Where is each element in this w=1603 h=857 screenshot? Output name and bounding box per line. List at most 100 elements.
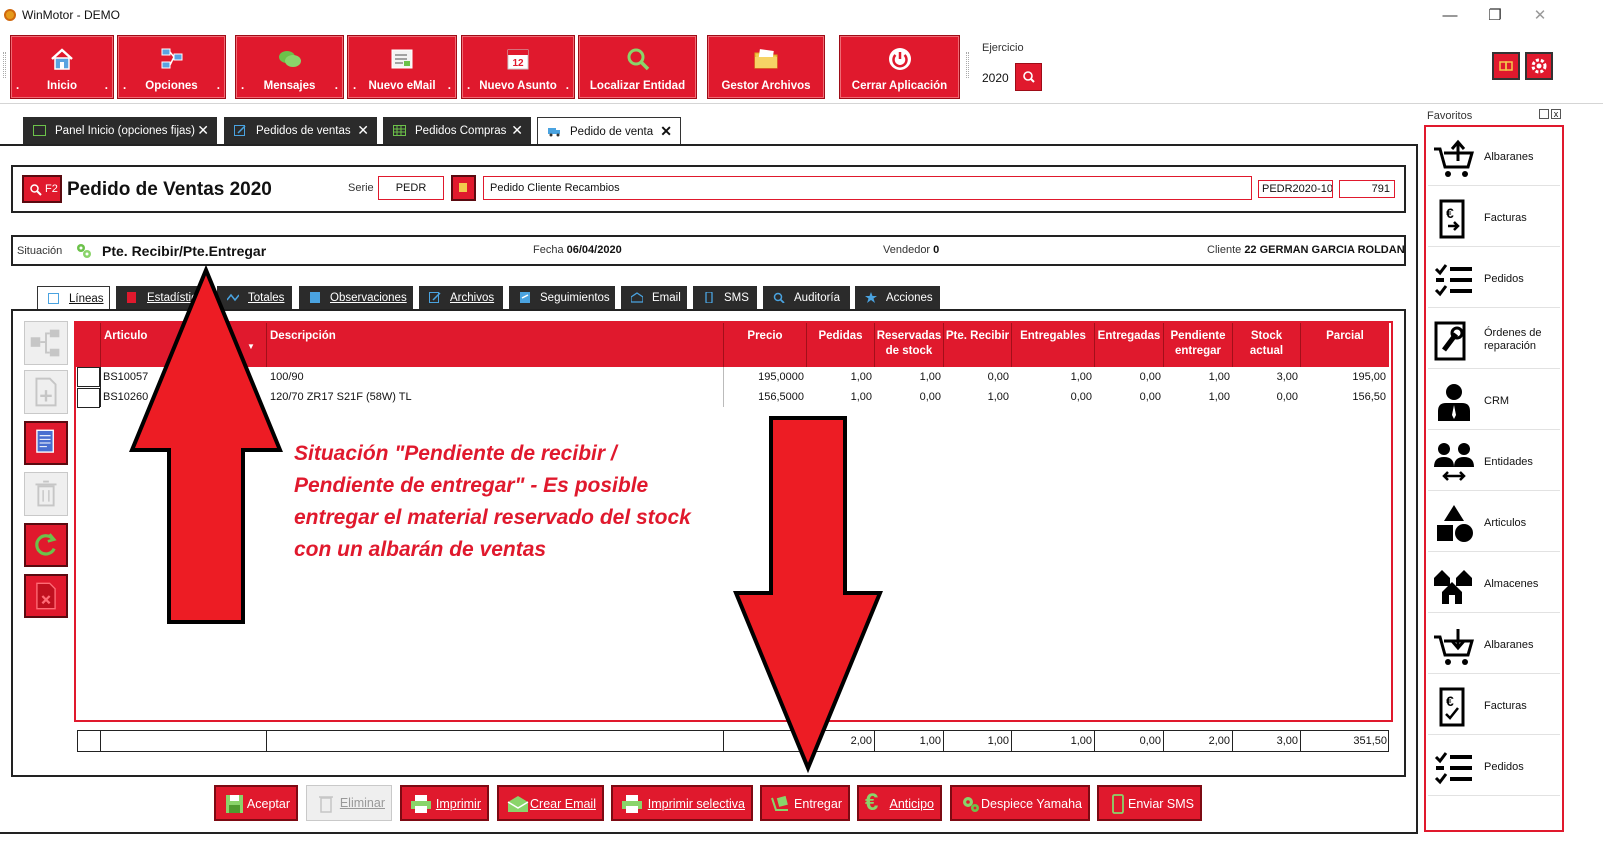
row-checkbox[interactable] (77, 388, 100, 408)
tab-auditoria[interactable]: Auditoría (763, 286, 850, 310)
fav-item-almacenes[interactable]: Almacenes (1428, 555, 1560, 613)
tab-pedidos-de-ventas[interactable]: Pedidos de ventas ✕ (224, 117, 377, 144)
col-pedidas-header[interactable]: Pedidas (807, 323, 875, 367)
refresh-button[interactable] (24, 523, 68, 567)
cell-parcial[interactable]: 156,50 (1301, 387, 1389, 407)
nuevo-asunto-button[interactable]: 12 . Nuevo Asunto . (461, 35, 575, 99)
tab-panel-inicio[interactable]: Panel Inicio (opciones fijas) ✕ (23, 117, 217, 144)
crear-email-button[interactable]: Crear Email (497, 785, 604, 821)
cell-precio[interactable]: 195,0000 (724, 367, 807, 387)
inicio-button[interactable]: . Inicio . (10, 35, 114, 99)
row-checkbox[interactable] (77, 367, 100, 387)
cell-parcial[interactable]: 195,00 (1301, 367, 1389, 387)
document-code-field[interactable]: PEDR2020-10 (1258, 180, 1333, 198)
cell-pendiente[interactable]: 1,00 (1164, 367, 1233, 387)
imprimir-selectiva-button[interactable]: Imprimir selectiva (611, 785, 753, 821)
serie-lookup-button[interactable] (451, 175, 476, 201)
entregar-button[interactable]: Entregar (760, 785, 850, 821)
ejercicio-search-button[interactable] (1015, 63, 1042, 91)
tab-close-icon[interactable]: ✕ (357, 122, 369, 139)
minimize-button[interactable]: — (1435, 4, 1465, 28)
aceptar-button[interactable]: Aceptar (214, 785, 298, 821)
gestor-archivos-button[interactable]: Gestor Archivos (707, 35, 825, 99)
ejercicio-value[interactable]: 2020 (982, 71, 1009, 85)
fav-item-entidades[interactable]: Entidades (1428, 433, 1560, 491)
cell-reservadas[interactable]: 0,00 (875, 387, 944, 407)
col-entregadas-header[interactable]: Entregadas (1095, 323, 1164, 367)
f2-search-button[interactable]: F2 (22, 175, 62, 203)
tab-archivos[interactable]: Archivos (419, 286, 503, 310)
cell-descripcion[interactable]: 120/70 ZR17 S21F (58W) TL (270, 387, 720, 407)
float-panel-icon[interactable] (1539, 109, 1549, 119)
tab-observaciones[interactable]: Observaciones (299, 286, 413, 310)
cell-entregables[interactable]: 0,00 (1012, 387, 1095, 407)
imprimir-button[interactable]: Imprimir (400, 785, 489, 821)
cell-entregadas[interactable]: 0,00 (1095, 367, 1164, 387)
cell-pedidas[interactable]: 1,00 (807, 367, 875, 387)
col-reservadas-header[interactable]: Reservadas de stock (875, 323, 944, 367)
fav-item-ordenes-reparacion[interactable]: Órdenes de reparación (1428, 311, 1560, 369)
cell-pte-recibir[interactable]: 1,00 (944, 387, 1012, 407)
cell-stock[interactable]: 3,00 (1233, 367, 1301, 387)
document-number-field[interactable]: 791 (1339, 180, 1395, 198)
toolbar-grip[interactable] (966, 52, 969, 78)
cerrar-aplicacion-button[interactable]: Cerrar Aplicación (839, 35, 960, 99)
col-pte-recibir-header[interactable]: Pte. Recibir (944, 323, 1012, 367)
nuevo-email-button[interactable]: . Nuevo eMail . (347, 35, 457, 99)
tab-lineas[interactable]: Líneas (37, 286, 110, 310)
cell-descripcion[interactable]: 100/90 (270, 367, 720, 387)
tab-close-icon[interactable]: ✕ (197, 122, 209, 139)
delete-line-button[interactable] (24, 472, 68, 516)
export-button[interactable] (24, 574, 68, 618)
toolbar-grip[interactable] (3, 52, 6, 78)
col-parcial-header[interactable]: Parcial (1301, 323, 1389, 367)
fav-item-pedidos-2[interactable]: Pedidos (1428, 738, 1560, 796)
cell-articulo[interactable]: BS10057 (103, 367, 263, 387)
cell-precio[interactable]: 156,5000 (724, 387, 807, 407)
enviar-sms-button[interactable]: Enviar SMS (1097, 785, 1202, 821)
description-field[interactable]: Pedido Cliente Recambios (483, 176, 1252, 200)
col-entregables-header[interactable]: Entregables (1012, 323, 1095, 367)
close-window-button[interactable]: ✕ (1525, 4, 1555, 28)
anticipo-button[interactable]: € Anticipo (857, 785, 942, 821)
layout-button[interactable] (1492, 52, 1520, 80)
hierarchy-button[interactable] (24, 321, 68, 365)
fav-item-articulos[interactable]: Articulos (1428, 494, 1560, 552)
cell-pedidas[interactable]: 1,00 (807, 387, 875, 407)
add-line-button[interactable] (24, 370, 68, 414)
despiece-yamaha-button[interactable]: Despiece Yamaha (950, 785, 1090, 821)
settings-button[interactable] (1525, 52, 1553, 80)
fav-item-facturas[interactable]: € Facturas (1428, 189, 1560, 247)
fav-item-albaranes[interactable]: Albaranes (1428, 128, 1560, 186)
sort-down-icon[interactable]: ▼ (247, 339, 255, 354)
serie-field[interactable]: PEDR (378, 176, 444, 200)
tab-close-icon[interactable]: ✕ (660, 123, 672, 140)
tab-acciones[interactable]: Acciones (855, 286, 940, 310)
col-stock-header[interactable]: Stock actual (1233, 323, 1301, 367)
fav-item-albaranes-2[interactable]: Albaranes (1428, 616, 1560, 674)
maximize-button[interactable]: ❐ (1480, 4, 1510, 28)
tab-sms[interactable]: SMS (693, 286, 757, 310)
cell-reservadas[interactable]: 1,00 (875, 367, 944, 387)
col-descripcion-header[interactable]: Descripción (267, 323, 724, 367)
fav-item-facturas-2[interactable]: € Facturas (1428, 677, 1560, 735)
tab-seguimientos[interactable]: Seguimientos (509, 286, 615, 310)
tab-totales[interactable]: Totales (217, 286, 292, 310)
cell-pte-recibir[interactable]: 0,00 (944, 367, 1012, 387)
close-panel-icon[interactable]: x (1551, 109, 1561, 119)
fav-item-crm[interactable]: CRM (1428, 372, 1560, 430)
tab-pedidos-compras[interactable]: Pedidos Compras ✕ (383, 117, 531, 144)
cell-articulo[interactable]: BS10260 (103, 387, 263, 407)
col-articulo-header[interactable]: Articulo ▼ (101, 323, 267, 367)
cell-stock[interactable]: 0,00 (1233, 387, 1301, 407)
cell-entregables[interactable]: 1,00 (1012, 367, 1095, 387)
opciones-button[interactable]: . Opciones . (117, 35, 226, 99)
tab-close-icon[interactable]: ✕ (511, 122, 523, 139)
fav-item-pedidos[interactable]: Pedidos (1428, 250, 1560, 308)
tab-pedido-de-venta[interactable]: Pedido de venta ✕ (537, 117, 681, 145)
tab-estadisticas[interactable]: Estadísticas (116, 286, 211, 310)
copy-line-button[interactable] (24, 421, 68, 465)
tab-email[interactable]: Email (621, 286, 687, 310)
col-precio-header[interactable]: Precio (724, 323, 807, 367)
mensajes-button[interactable]: . Mensajes . (235, 35, 344, 99)
